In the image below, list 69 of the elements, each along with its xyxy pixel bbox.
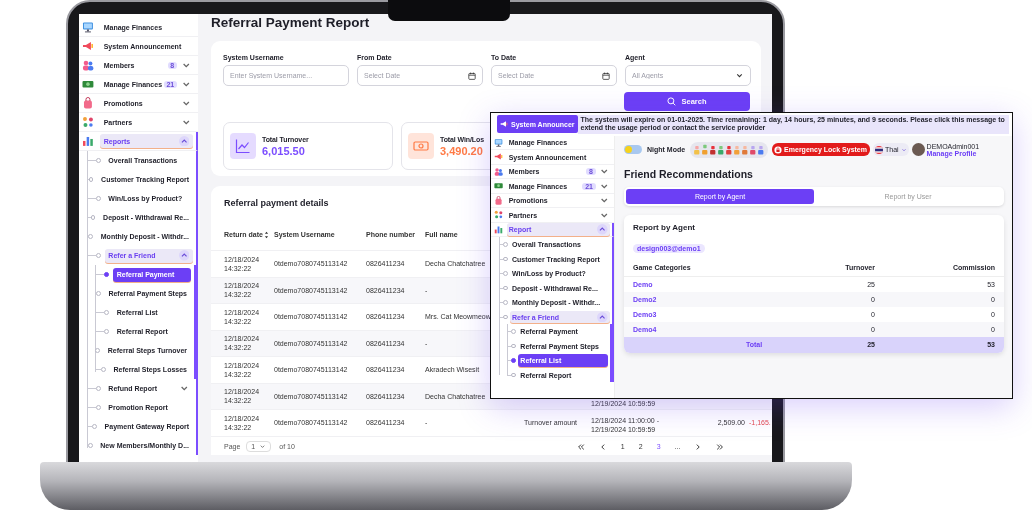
tree-node-dot [104, 272, 110, 277]
tree-node-dot [87, 443, 93, 448]
search-icon [667, 97, 677, 106]
tray-icon[interactable] [757, 143, 765, 156]
chart-icon [82, 135, 94, 147]
first-page-icon[interactable] [576, 442, 585, 451]
last-page-icon[interactable] [716, 442, 725, 451]
tree-node-dot [104, 310, 110, 315]
chevron-down-icon [259, 443, 267, 450]
tree-node-dot [88, 234, 94, 239]
tree-node-dot [511, 372, 517, 378]
bag-icon [494, 196, 504, 206]
section-title: Report by Agent [632, 222, 696, 232]
tree-node-dot [95, 196, 101, 201]
chevron-up-icon [597, 224, 608, 235]
next-page-icon[interactable] [694, 442, 703, 451]
tree-node-dot [90, 215, 96, 220]
monitor-icon [82, 21, 94, 33]
tree-node-dot [502, 314, 508, 320]
tree-node-dot [100, 367, 106, 372]
tree-node-dot [95, 348, 101, 353]
chevron-down-icon [900, 146, 907, 153]
tree-node-dot [104, 329, 110, 334]
tree-node-dot [95, 291, 101, 296]
bag-icon [82, 97, 94, 109]
people-icon [82, 59, 94, 71]
stat-value: 6,015.50 [262, 144, 306, 157]
megaphone-icon [494, 152, 504, 162]
tree-node-dot [502, 256, 508, 262]
tree-node-dot [95, 158, 101, 163]
people-icon [494, 167, 504, 177]
stat-value: 3,490.20 [440, 144, 484, 157]
megaphone-icon [82, 40, 94, 52]
chevron-up-icon [178, 250, 189, 261]
tree-node-dot [502, 285, 508, 291]
tree-node-dot [95, 386, 101, 391]
page-title: Referral Payment Report [211, 15, 371, 32]
avatar[interactable] [911, 143, 925, 157]
tray-icon[interactable] [717, 143, 725, 156]
tree-node-dot [511, 358, 517, 363]
sort-icon[interactable] [263, 231, 269, 239]
lock-icon [774, 145, 783, 154]
page-title: Friend Recommendations [624, 167, 754, 180]
tray-icon[interactable] [725, 143, 733, 156]
nodes-icon [494, 210, 504, 220]
chart-icon [494, 225, 504, 235]
section-title: Referral payment details [224, 198, 329, 210]
tray-icon[interactable] [709, 143, 717, 156]
megaphone-icon [500, 120, 508, 129]
tree-node-dot [92, 424, 97, 429]
monitor-icon [494, 138, 504, 148]
tray-icon[interactable] [749, 143, 757, 156]
banknote-icon [82, 78, 94, 90]
chevron-up-icon [178, 135, 189, 147]
tree-node-dot [95, 253, 101, 258]
tree-node-dot [511, 343, 517, 349]
previous-page-icon[interactable] [598, 442, 607, 451]
tree-node-dot [88, 177, 94, 182]
tree-node-dot [511, 329, 517, 334]
tree-node-dot [95, 405, 101, 410]
tree-node-dot [502, 300, 508, 305]
banknote-icon [494, 181, 504, 191]
nodes-icon [82, 116, 94, 128]
chevron-up-icon [597, 311, 608, 323]
tree-node-dot [502, 271, 508, 276]
night-mode-toggle[interactable] [624, 145, 642, 155]
flag-icon [875, 145, 883, 154]
tree-node-dot [502, 242, 508, 247]
tray-icon[interactable] [741, 143, 749, 156]
